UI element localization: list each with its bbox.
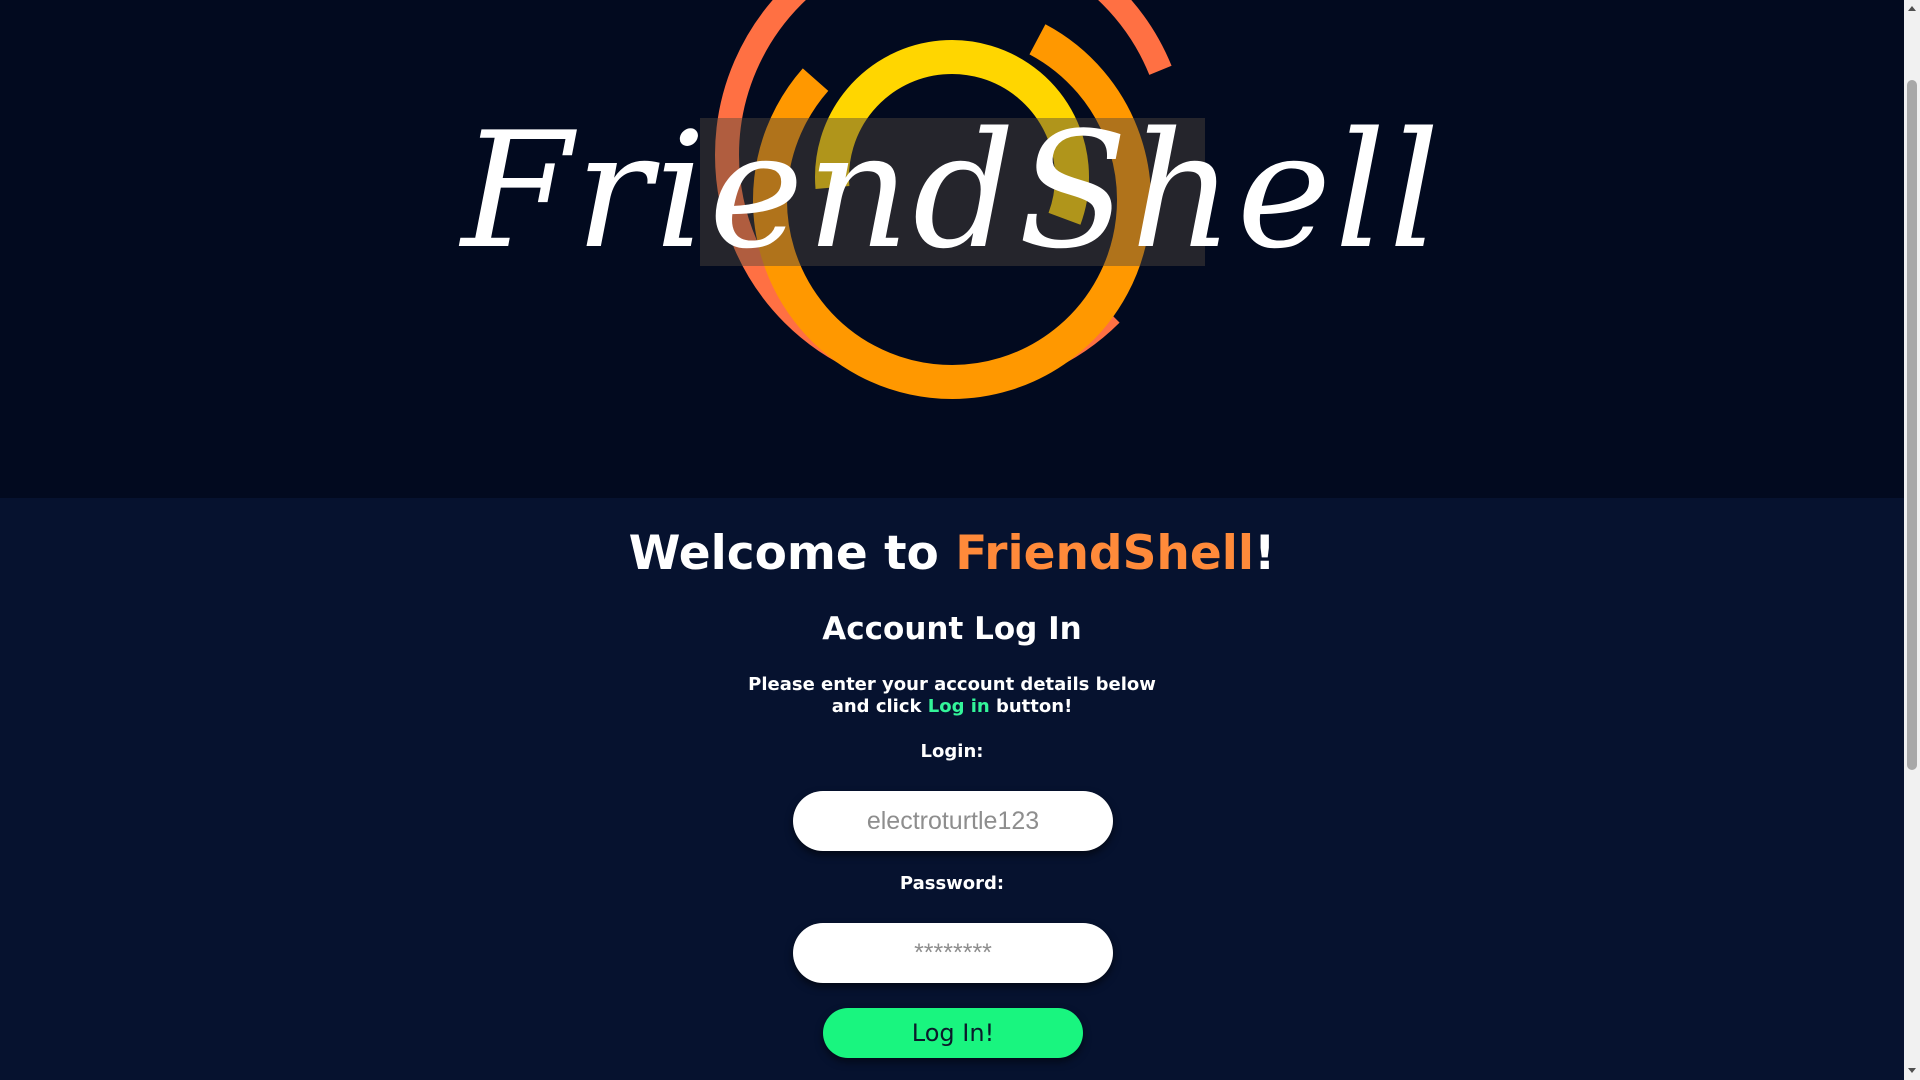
welcome-brand: FriendShell [955, 526, 1254, 581]
login-section: Welcome to FriendShell! Account Log In P… [0, 498, 1904, 1080]
login-input[interactable] [793, 791, 1113, 851]
welcome-suffix: ! [1253, 526, 1276, 581]
page-title: Account Log In [822, 611, 1082, 647]
login-button[interactable]: Log In! [823, 1008, 1083, 1058]
scrollbar-thumb[interactable] [1907, 80, 1917, 770]
login-label: Login: [920, 741, 984, 762]
logo-text: FriendShell [461, 97, 1443, 284]
welcome-prefix: Welcome to [628, 526, 956, 581]
scroll-down-arrow-icon[interactable] [1908, 1068, 1916, 1073]
vertical-scrollbar[interactable] [1904, 0, 1920, 1080]
instructions-line-2-suffix: button! [989, 696, 1073, 717]
scroll-up-arrow-icon[interactable] [1908, 6, 1916, 11]
hero-banner: FriendShell [0, 0, 1904, 498]
password-label: Password: [899, 873, 1005, 894]
page: FriendShell Welcome to FriendShell! Acco… [0, 0, 1920, 1080]
instructions-text: Please enter your account details below … [0, 674, 1904, 718]
instructions-line-2: and click Log in button! [0, 696, 1904, 718]
instructions-login-highlight: Log in [927, 696, 990, 717]
content-area: FriendShell Welcome to FriendShell! Acco… [0, 0, 1904, 1080]
instructions-line-1: Please enter your account details below [748, 674, 1156, 695]
instructions-line-2-prefix: and click [831, 696, 928, 717]
welcome-heading: Welcome to FriendShell! [0, 526, 1904, 582]
password-input[interactable] [793, 923, 1113, 983]
